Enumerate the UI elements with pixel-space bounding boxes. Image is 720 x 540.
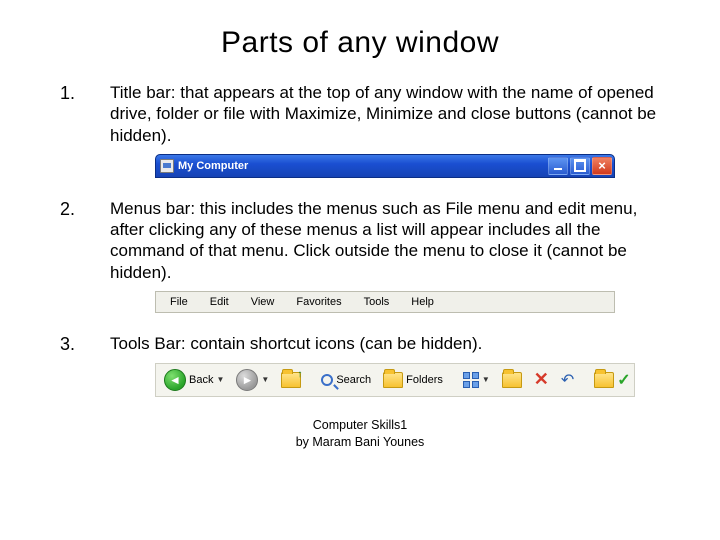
search-label: Search (336, 374, 371, 386)
menu-edit[interactable]: Edit (200, 294, 239, 310)
list-item: 2. Menus bar: this includes the menus su… (60, 198, 660, 283)
maximize-button[interactable] (570, 157, 590, 175)
close-button[interactable] (592, 157, 612, 175)
menu-file[interactable]: File (160, 294, 198, 310)
item-number: 1. (60, 82, 110, 146)
back-button[interactable]: ◄ Back ▼ (160, 367, 228, 393)
menu-tools[interactable]: Tools (354, 294, 400, 310)
titlebar-caption: My Computer (178, 160, 548, 172)
item-text: Title bar: that appears at the top of an… (110, 82, 660, 146)
chevron-down-icon: ▼ (261, 375, 269, 384)
chevron-down-icon: ▼ (482, 375, 490, 384)
menu-favorites[interactable]: Favorites (286, 294, 351, 310)
item-number: 3. (60, 333, 110, 355)
back-icon: ◄ (164, 369, 186, 391)
minimize-button[interactable] (548, 157, 568, 175)
menu-view[interactable]: View (241, 294, 285, 310)
back-label: Back (189, 374, 213, 386)
item-text: Menus bar: this includes the menus such … (110, 198, 660, 283)
up-button[interactable]: ↑ (277, 370, 305, 390)
forward-button[interactable]: ► ▼ (232, 367, 273, 393)
delete-button[interactable]: ✕ (530, 367, 553, 392)
delete-icon: ✕ (534, 369, 549, 390)
views-icon (463, 372, 479, 388)
forward-icon: ► (236, 369, 258, 391)
search-button[interactable]: Search (317, 372, 375, 388)
check-icon: ✓ (617, 370, 630, 390)
search-icon (321, 374, 333, 386)
folder-up-icon: ↑ (281, 372, 301, 388)
folders-label: Folders (406, 374, 443, 386)
folders-button[interactable]: Folders (379, 370, 447, 390)
folder-icon (594, 372, 614, 388)
menubar-example: File Edit View Favorites Tools Help (155, 291, 615, 313)
list-item: 1. Title bar: that appears at the top of… (60, 82, 660, 146)
undo-button[interactable]: ↶ (557, 368, 578, 392)
chevron-down-icon: ▼ (216, 375, 224, 384)
list-item: 3. Tools Bar: contain shortcut icons (ca… (60, 333, 660, 355)
item-text: Tools Bar: contain shortcut icons (can b… (110, 333, 660, 355)
properties-button[interactable]: ✓ (590, 368, 634, 392)
slide-title: Parts of any window (60, 26, 660, 60)
titlebar-example: My Computer (155, 154, 615, 178)
menu-help[interactable]: Help (401, 294, 444, 310)
toolbar-example: ◄ Back ▼ ► ▼ ↑ Search Folders (155, 363, 635, 397)
window-icon (160, 159, 174, 173)
move-to-button[interactable] (498, 370, 526, 390)
undo-icon: ↶ (561, 370, 574, 390)
slide-footer: Computer Skills1 by Maram Bani Younes (60, 417, 660, 451)
views-button[interactable]: ▼ (459, 370, 494, 390)
folder-icon (383, 372, 403, 388)
folder-icon (502, 372, 522, 388)
item-number: 2. (60, 198, 110, 283)
